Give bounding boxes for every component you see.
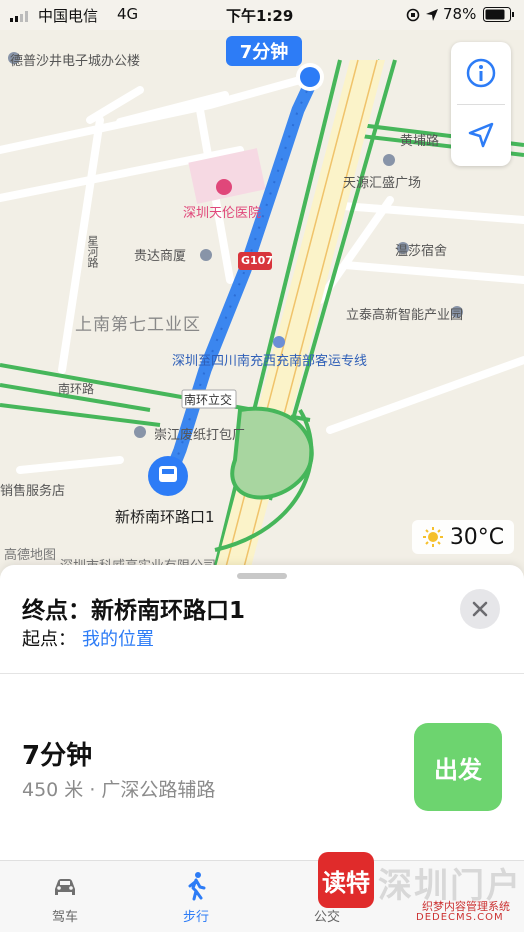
map-label: 高德地图 bbox=[4, 548, 57, 563]
map-label: 新桥南环路口1 bbox=[115, 508, 215, 526]
temperature: 30°C bbox=[449, 524, 505, 550]
map-view[interactable]: 德普沙井电子城办公楼 黄埔路 天源汇盛广场 深圳天伦医院 贵达商厦 温莎宿舍 星… bbox=[0, 30, 524, 590]
watermark: 读特 深圳门户 织梦内容管理系统 DEDECMS.COM bbox=[318, 852, 522, 923]
map-label: 星河路 bbox=[86, 235, 99, 268]
map-label: 天源汇盛广场 bbox=[343, 176, 422, 191]
sheet-grabber[interactable] bbox=[237, 573, 287, 579]
watermark-logo: 读特 bbox=[318, 852, 374, 908]
location-arrow-icon bbox=[426, 9, 438, 21]
network-label: 4G bbox=[117, 5, 139, 23]
map-label: 立泰高新智能产业园 bbox=[346, 308, 464, 323]
origin-row: 起点： 我的位置 bbox=[22, 625, 154, 651]
locate-button[interactable] bbox=[451, 104, 511, 166]
status-bar: 中国电信 4G 下午1:29 78% bbox=[0, 0, 524, 30]
go-button[interactable]: 出发 bbox=[414, 723, 502, 811]
map-label: 黄埔路 bbox=[400, 134, 440, 149]
carrier-label: 中国电信 bbox=[38, 7, 99, 25]
map-label: 南环立交 bbox=[184, 393, 233, 407]
origin-value-link[interactable]: 我的位置 bbox=[82, 629, 154, 650]
map-label: 崇江废纸打包厂 bbox=[154, 428, 246, 443]
poi-marker bbox=[383, 154, 395, 166]
walk-icon bbox=[188, 872, 206, 901]
info-button[interactable] bbox=[451, 42, 511, 104]
watermark-sub: DEDECMS.COM bbox=[416, 912, 504, 923]
destination-label: 终点： bbox=[22, 598, 91, 624]
hospital-marker bbox=[216, 179, 232, 195]
map-label: 深圳天伦医院 bbox=[183, 206, 262, 221]
map-label: 南环路 bbox=[58, 382, 95, 396]
poi-marker bbox=[273, 336, 285, 348]
location-arrow-icon bbox=[468, 122, 494, 148]
weather-badge: 30°C bbox=[412, 520, 514, 554]
destination-value: 新桥南环路口1 bbox=[91, 598, 246, 624]
signal-icon bbox=[10, 11, 28, 22]
map-label: 销售服务店 bbox=[0, 484, 66, 499]
poi-marker bbox=[134, 426, 146, 438]
map-controls bbox=[451, 42, 511, 166]
highway-label: G107 bbox=[241, 254, 273, 267]
route-time: 7分钟 bbox=[22, 741, 93, 771]
tab-label: 步行 bbox=[182, 910, 209, 925]
tab-drive[interactable]: 驾车 bbox=[0, 861, 130, 931]
sun-icon bbox=[422, 527, 443, 547]
origin-label: 起点： bbox=[22, 629, 76, 650]
eta-bubble: 7分钟 bbox=[226, 36, 302, 66]
car-icon bbox=[55, 879, 75, 895]
map-label: 德普沙井电子城办公楼 bbox=[10, 54, 141, 69]
close-button[interactable] bbox=[460, 589, 500, 629]
info-icon bbox=[466, 58, 496, 88]
lock-rotation-icon bbox=[406, 8, 420, 22]
close-icon bbox=[472, 601, 488, 617]
poi-marker bbox=[200, 249, 212, 261]
route-description: 450 米 · 广深公路辅路 bbox=[22, 779, 216, 801]
clock: 下午1:29 bbox=[226, 7, 294, 25]
map-label: 温莎宿舍 bbox=[395, 244, 448, 259]
destination-title: 终点：新桥南环路口1 bbox=[22, 591, 245, 625]
tab-label: 驾车 bbox=[51, 910, 78, 925]
tab-walk[interactable]: 步行 bbox=[131, 861, 261, 931]
map-label: 贵达商厦 bbox=[134, 249, 187, 264]
map-label: 上南第七工业区 bbox=[75, 315, 201, 335]
battery-percent: 78% bbox=[443, 5, 477, 23]
battery-icon bbox=[483, 7, 514, 22]
map-label: 深圳至四川南充西充南部客运专线 bbox=[172, 354, 368, 369]
divider bbox=[0, 673, 524, 674]
